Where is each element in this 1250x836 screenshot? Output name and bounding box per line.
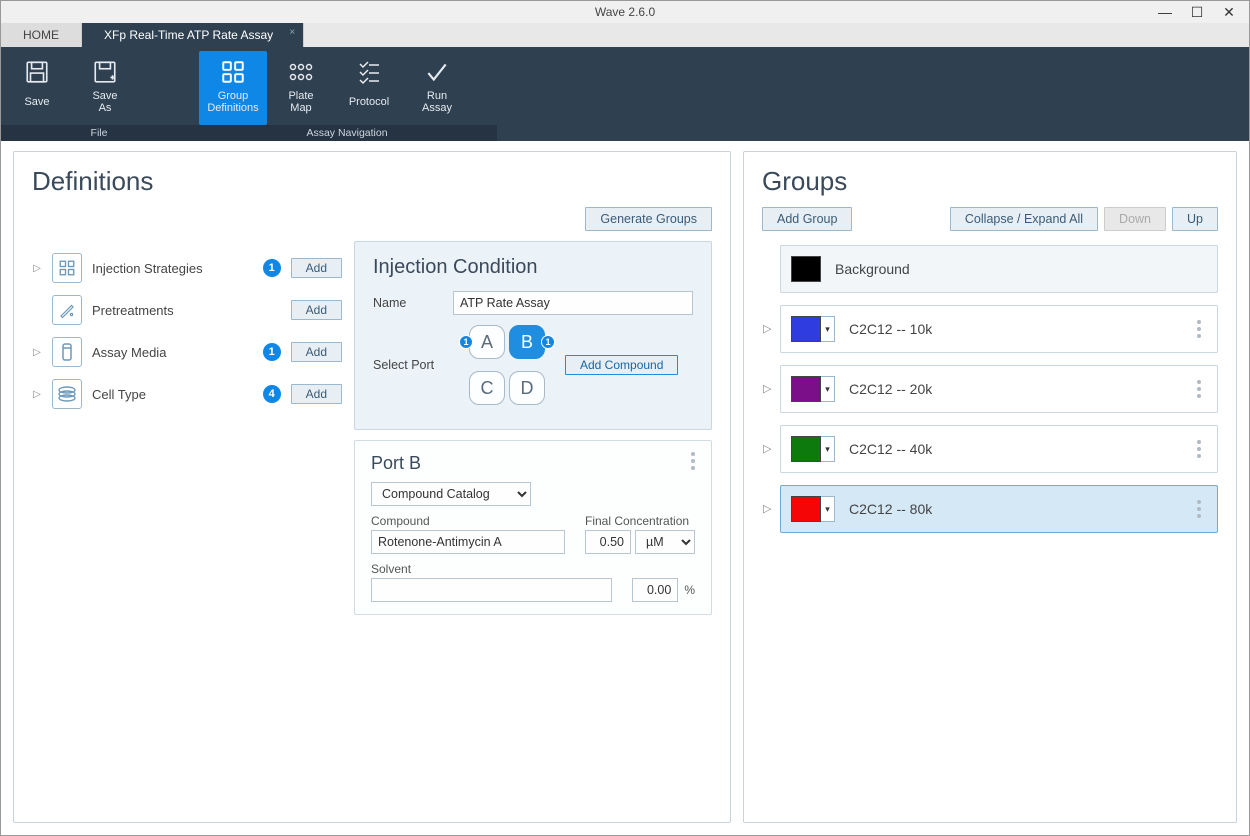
select-port-label: Select Port bbox=[373, 358, 443, 372]
count-badge: 1 bbox=[263, 259, 281, 277]
group-menu-icon[interactable] bbox=[1191, 499, 1207, 519]
group-definitions-icon bbox=[217, 57, 249, 87]
expand-icon[interactable]: ▷ bbox=[32, 389, 42, 400]
minimize-button[interactable]: — bbox=[1149, 2, 1181, 22]
injection-strategies-icon bbox=[52, 253, 82, 283]
save-icon bbox=[21, 57, 53, 87]
add-assay-media-button[interactable]: Add bbox=[291, 342, 342, 362]
color-dropdown-icon[interactable]: ▾ bbox=[821, 436, 835, 462]
plate-map-button[interactable]: Plate Map bbox=[267, 51, 335, 125]
group-item-c2c12-10k[interactable]: ▷ ▾ C2C12 -- 10k bbox=[780, 305, 1218, 353]
groups-title: Groups bbox=[762, 166, 1218, 197]
definitions-panel: Definitions ▷ Injection Strategies 1 Add bbox=[13, 151, 731, 823]
save-as-button[interactable]: Save As bbox=[71, 51, 139, 125]
expand-icon[interactable]: ▷ bbox=[32, 347, 42, 358]
cell-type-icon bbox=[52, 379, 82, 409]
color-dropdown-icon[interactable]: ▾ bbox=[821, 496, 835, 522]
tab-assay[interactable]: XFp Real-Time ATP Rate Assay bbox=[82, 23, 304, 47]
port-b-menu-icon[interactable] bbox=[685, 451, 701, 471]
def-row-pretreatments[interactable]: Pretreatments Add bbox=[32, 289, 342, 331]
ribbon-group-file-label: File bbox=[1, 125, 197, 141]
name-label: Name bbox=[373, 296, 443, 310]
solvent-label: Solvent bbox=[371, 562, 612, 576]
def-row-injection-strategies[interactable]: ▷ Injection Strategies 1 Add bbox=[32, 247, 342, 289]
port-b[interactable]: B bbox=[509, 325, 545, 359]
count-badge: 4 bbox=[263, 385, 281, 403]
collapse-expand-button[interactable]: Collapse / Expand All bbox=[950, 207, 1098, 231]
final-concentration-unit-select[interactable]: µM bbox=[635, 530, 695, 554]
group-item-background[interactable]: Background bbox=[780, 245, 1218, 293]
group-menu-icon[interactable] bbox=[1191, 319, 1207, 339]
port-b-badge: 1 bbox=[541, 335, 555, 349]
save-button[interactable]: Save bbox=[3, 51, 71, 125]
expand-icon[interactable]: ▷ bbox=[763, 442, 771, 455]
expand-icon[interactable]: ▷ bbox=[763, 322, 771, 335]
save-as-icon bbox=[89, 57, 121, 87]
move-down-button[interactable]: Down bbox=[1104, 207, 1166, 231]
count-badge: 1 bbox=[263, 343, 281, 361]
close-button[interactable]: ✕ bbox=[1213, 2, 1245, 22]
solvent-input[interactable] bbox=[371, 578, 612, 602]
group-menu-icon[interactable] bbox=[1191, 379, 1207, 399]
titlebar: Wave 2.6.0 — ☐ ✕ bbox=[1, 1, 1249, 23]
window-title: Wave 2.6.0 bbox=[595, 5, 655, 19]
protocol-button[interactable]: Protocol bbox=[335, 51, 403, 125]
port-b-card: Port B Compound Catalog Compound Final C… bbox=[354, 440, 712, 615]
tab-home[interactable]: HOME bbox=[1, 23, 82, 47]
expand-icon[interactable]: ▷ bbox=[763, 382, 771, 395]
port-c[interactable]: C bbox=[469, 371, 505, 405]
color-dropdown-icon[interactable]: ▾ bbox=[821, 376, 835, 402]
def-row-assay-media[interactable]: ▷ Assay Media 1 Add bbox=[32, 331, 342, 373]
solvent-percent-input[interactable] bbox=[632, 578, 678, 602]
group-swatch bbox=[791, 256, 821, 282]
group-item-c2c12-80k[interactable]: ▷ ▾ C2C12 -- 80k bbox=[780, 485, 1218, 533]
ribbon-group-nav-label: Assay Navigation bbox=[197, 125, 497, 141]
port-b-title: Port B bbox=[371, 453, 695, 474]
add-injection-strategy-button[interactable]: Add bbox=[291, 258, 342, 278]
group-menu-icon[interactable] bbox=[1191, 439, 1207, 459]
group-swatch bbox=[791, 436, 821, 462]
percent-symbol: % bbox=[684, 583, 695, 597]
group-swatch bbox=[791, 496, 821, 522]
def-row-cell-type[interactable]: ▷ Cell Type 4 Add bbox=[32, 373, 342, 415]
maximize-button[interactable]: ☐ bbox=[1181, 2, 1213, 22]
ribbon: Save Save As File Group Definitions bbox=[1, 47, 1249, 141]
compound-catalog-select[interactable]: Compound Catalog bbox=[371, 482, 531, 506]
add-group-button[interactable]: Add Group bbox=[762, 207, 852, 231]
injection-condition-panel: Injection Condition Name Select Port A B… bbox=[354, 241, 712, 430]
final-concentration-label: Final Concentration bbox=[585, 514, 695, 528]
group-definitions-button[interactable]: Group Definitions bbox=[199, 51, 267, 125]
expand-icon[interactable]: ▷ bbox=[763, 502, 771, 515]
port-d[interactable]: D bbox=[509, 371, 545, 405]
run-assay-icon bbox=[421, 57, 453, 87]
injection-name-input[interactable] bbox=[453, 291, 693, 315]
expand-icon[interactable]: ▷ bbox=[32, 263, 42, 274]
add-pretreatment-button[interactable]: Add bbox=[291, 300, 342, 320]
group-item-c2c12-40k[interactable]: ▷ ▾ C2C12 -- 40k bbox=[780, 425, 1218, 473]
add-compound-button[interactable]: Add Compound bbox=[565, 355, 678, 375]
assay-media-icon bbox=[52, 337, 82, 367]
port-a-badge: 1 bbox=[459, 335, 473, 349]
final-concentration-input[interactable] bbox=[585, 530, 631, 554]
port-selector: A B C D 1 1 bbox=[459, 325, 549, 405]
protocol-icon bbox=[353, 57, 385, 87]
group-swatch bbox=[791, 376, 821, 402]
pretreatments-icon bbox=[52, 295, 82, 325]
color-dropdown-icon[interactable]: ▾ bbox=[821, 316, 835, 342]
compound-label: Compound bbox=[371, 514, 565, 528]
port-a[interactable]: A bbox=[469, 325, 505, 359]
groups-panel: Groups Add Group Collapse / Expand All D… bbox=[743, 151, 1237, 823]
move-up-button[interactable]: Up bbox=[1172, 207, 1218, 231]
plate-map-icon bbox=[285, 57, 317, 87]
generate-groups-button[interactable]: Generate Groups bbox=[585, 207, 712, 231]
tab-bar: HOME XFp Real-Time ATP Rate Assay bbox=[1, 23, 1249, 47]
group-swatch bbox=[791, 316, 821, 342]
run-assay-button[interactable]: Run Assay bbox=[403, 51, 471, 125]
add-cell-type-button[interactable]: Add bbox=[291, 384, 342, 404]
compound-input[interactable] bbox=[371, 530, 565, 554]
group-item-c2c12-20k[interactable]: ▷ ▾ C2C12 -- 20k bbox=[780, 365, 1218, 413]
definitions-title: Definitions bbox=[32, 166, 712, 197]
injection-condition-title: Injection Condition bbox=[373, 256, 693, 279]
